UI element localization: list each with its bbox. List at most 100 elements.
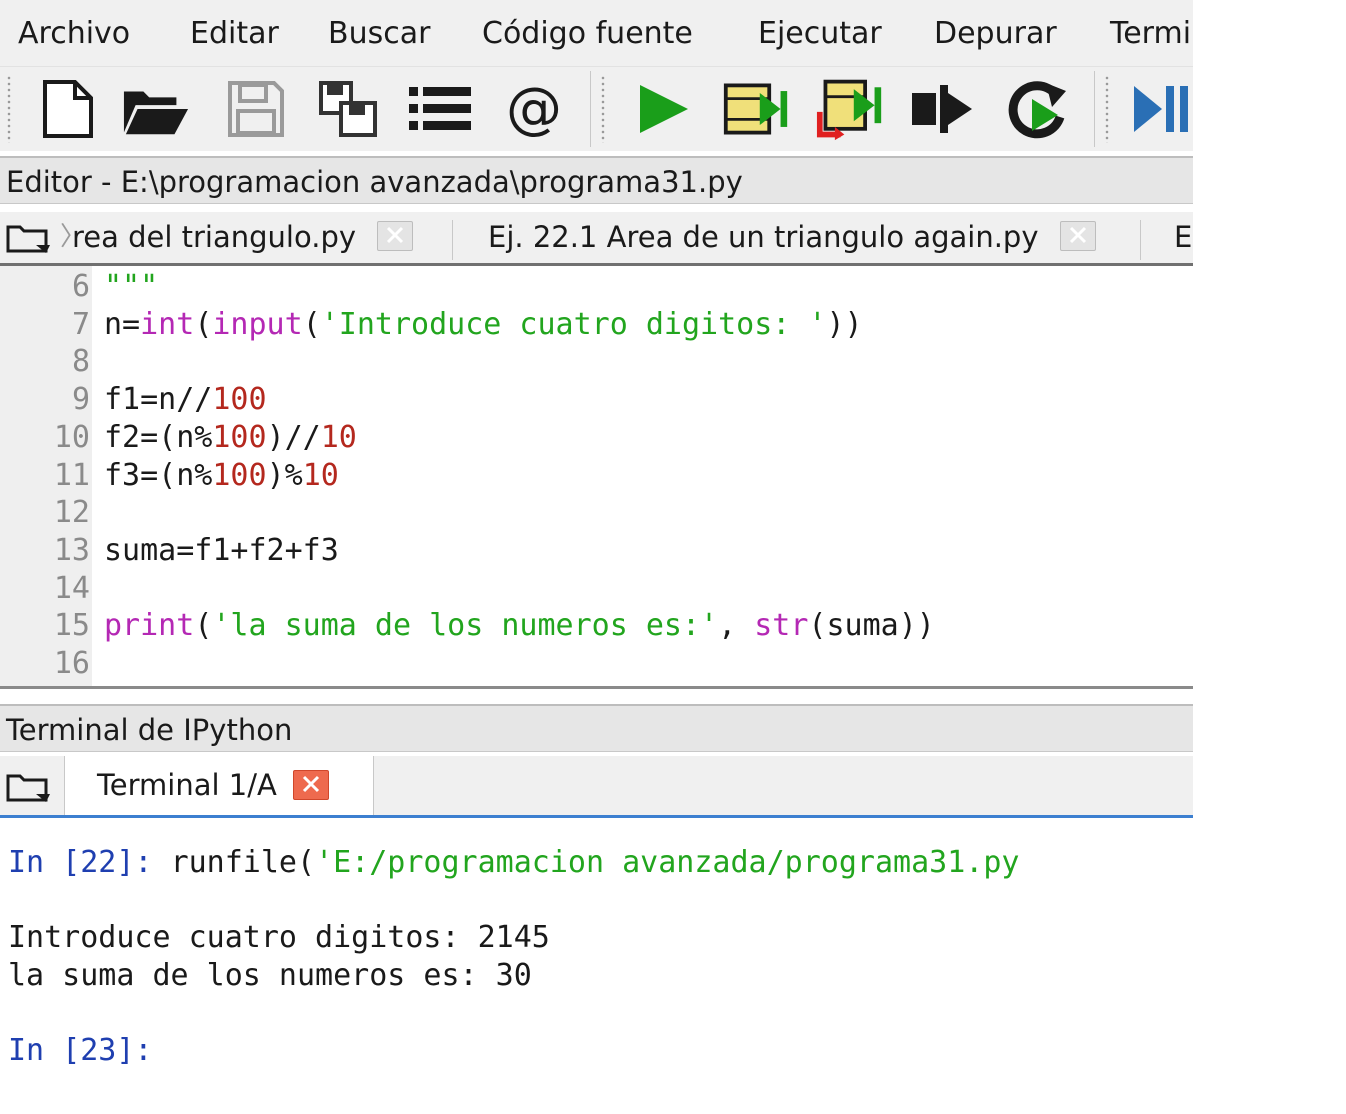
console-line: In [22]: runfile('E:/programacion avanza… <box>8 844 1019 882</box>
code-token: input <box>212 306 303 342</box>
code-line[interactable]: 12 <box>0 494 1193 532</box>
console-pane-title: Terminal de IPython <box>0 704 1193 752</box>
code-text: n=int(input('Introduce cuatro digitos: '… <box>104 306 863 344</box>
code-text: print('la suma de los numeros es:', str(… <box>104 607 935 645</box>
code-token: f2=(n% <box>104 419 213 455</box>
code-line[interactable]: 16 <box>0 645 1193 683</box>
console-prompt: In [22]: <box>8 845 171 880</box>
code-line[interactable]: 6 """ <box>0 268 1193 306</box>
code-line[interactable]: 15 print('la suma de los numeros es:', st… <box>0 607 1193 645</box>
tab-divider <box>1140 220 1141 260</box>
menu-codigo-fuente[interactable]: Código fuente <box>482 16 693 51</box>
console-text: runfile( <box>170 845 316 880</box>
code-token: str <box>754 608 809 644</box>
run-icon[interactable] <box>628 75 696 143</box>
menu-buscar[interactable]: Buscar <box>328 16 430 51</box>
rerun-icon[interactable] <box>1004 75 1072 143</box>
code-line[interactable]: 11 f3=(n%100)%10 <box>0 457 1193 495</box>
console-text: la suma de los numeros es: 30 <box>8 957 532 993</box>
code-token: )// <box>266 419 321 455</box>
browse-tabs-icon[interactable] <box>6 774 52 808</box>
menu-terminal[interactable]: Termi <box>1110 16 1191 51</box>
run-cell-advance-icon[interactable] <box>816 75 884 143</box>
code-token: f3=(n% <box>104 457 213 493</box>
browse-tabs-icon[interactable] <box>6 225 52 259</box>
save-icon[interactable] <box>222 75 290 143</box>
editor-pane-title: Editor - E:\programacion avanzada\progra… <box>0 156 1193 204</box>
save-all-icon[interactable] <box>314 75 382 143</box>
console-line: In [23]: <box>8 1032 153 1070</box>
code-text: f2=(n%100)//10 <box>104 419 357 457</box>
tab-label: rea del triangulo.py <box>72 220 357 254</box>
ipython-console[interactable]: In [22]: runfile('E:/programacion avanza… <box>0 818 1193 1114</box>
console-prompt: In [23]: <box>8 1033 153 1068</box>
code-token: print <box>104 608 195 644</box>
code-text: suma=f1+f2+f3 <box>104 532 339 570</box>
code-token: 10 <box>320 419 357 455</box>
code-token: )% <box>266 457 303 493</box>
code-token: int <box>140 306 195 342</box>
toolbar-grip[interactable] <box>1104 75 1110 143</box>
code-token: 100 <box>212 457 267 493</box>
line-number: 14 <box>53 570 90 606</box>
tab-terminal-1a[interactable]: Terminal 1/A <box>64 756 374 815</box>
menu-depurar[interactable]: Depurar <box>934 16 1057 51</box>
code-token: ( <box>194 608 213 644</box>
code-token: suma=f1+f2+f3 <box>104 532 339 568</box>
code-token: n= <box>104 306 141 342</box>
toolbar-grip[interactable] <box>6 75 12 143</box>
close-icon[interactable] <box>1059 221 1096 251</box>
run-selection-icon[interactable] <box>908 75 976 143</box>
console-text: Introduce cuatro digitos: 2145 <box>8 920 550 956</box>
toolbar: @ <box>0 66 1193 151</box>
line-number: 12 <box>53 495 90 531</box>
tab-area-del-triangulo[interactable]: rea del triangulo.py <box>72 212 414 263</box>
code-token: 10 <box>302 457 339 493</box>
toolbar-separator <box>590 71 591 147</box>
tab-label: Ej. 22.1 Area de un triangulo again.py <box>488 220 1039 254</box>
at-icon[interactable]: @ <box>500 75 568 143</box>
code-token: , <box>718 608 755 644</box>
open-folder-icon[interactable] <box>122 75 190 143</box>
tab-next[interactable]: E <box>1174 212 1192 263</box>
code-editor[interactable]: 6 """ 7 n=int(input('Introduce cuatro digit… <box>0 266 1193 686</box>
code-token: )) <box>826 306 863 342</box>
code-token: 'la suma de los numeros es:' <box>212 608 719 644</box>
line-number: 7 <box>71 306 90 342</box>
list-icon[interactable] <box>406 75 474 143</box>
menu-editar[interactable]: Editar <box>190 16 279 51</box>
run-cell-icon[interactable] <box>722 75 790 143</box>
code-token: ( <box>302 306 321 342</box>
code-token: (suma)) <box>808 608 935 644</box>
toolbar-separator <box>1094 71 1095 147</box>
new-file-icon[interactable] <box>34 75 102 143</box>
toolbar-grip[interactable] <box>600 75 606 143</box>
ide-window: Archivo Editar Buscar Código fuente Ejec… <box>0 0 1193 1114</box>
code-line[interactable]: 10 f2=(n%100)//10 <box>0 419 1193 457</box>
editor-tabbar: 〉 rea del triangulo.py Ej. 22.1 Area de … <box>0 212 1193 266</box>
menu-ejecutar[interactable]: Ejecutar <box>758 16 882 51</box>
code-text: f3=(n%100)%10 <box>104 457 339 495</box>
menubar: Archivo Editar Buscar Código fuente Ejec… <box>0 0 1193 66</box>
code-token: ( <box>194 306 213 342</box>
debug-icon[interactable] <box>1126 75 1193 143</box>
line-number: 6 <box>71 269 90 304</box>
close-icon[interactable] <box>377 221 414 251</box>
line-number: 9 <box>71 382 90 418</box>
menu-archivo[interactable]: Archivo <box>18 16 130 51</box>
code-token: 100 <box>212 382 267 418</box>
line-number: 16 <box>53 646 90 681</box>
code-line[interactable]: 14 <box>0 570 1193 608</box>
tab-area-triangulo-again[interactable]: Ej. 22.1 Area de un triangulo again.py <box>488 212 1096 263</box>
console-text: 'E:/programacion avanzada/programa31.py <box>315 845 1020 880</box>
line-number: 13 <box>53 532 90 568</box>
console-line: Introduce cuatro digitos: 2145 <box>8 919 550 957</box>
code-token: """ <box>104 269 159 304</box>
code-line[interactable]: 7 n=int(input('Introduce cuatro digitos: … <box>0 306 1193 344</box>
code-line[interactable]: 13 suma=f1+f2+f3 <box>0 532 1193 570</box>
tab-label: Terminal 1/A <box>97 768 277 802</box>
close-icon[interactable] <box>293 770 329 800</box>
editor-bottom-border <box>0 686 1193 689</box>
code-line[interactable]: 8 <box>0 343 1193 381</box>
code-line[interactable]: 9 f1=n//100 <box>0 381 1193 419</box>
